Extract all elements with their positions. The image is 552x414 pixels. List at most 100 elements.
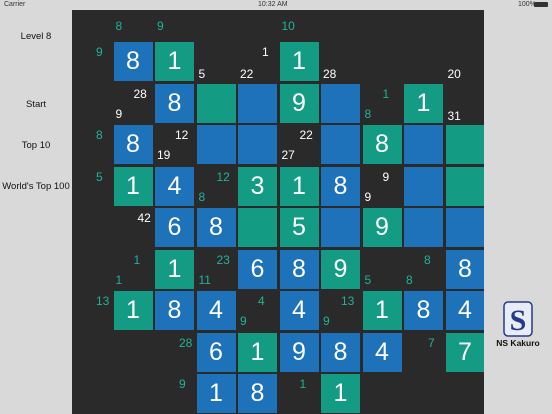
board-cell[interactable]: 8	[445, 249, 484, 289]
board-cell[interactable]	[238, 125, 277, 164]
board-cell[interactable]: 8	[113, 125, 153, 164]
level-label[interactable]: Level 8	[0, 31, 72, 42]
board-cell[interactable]: 6	[238, 249, 277, 289]
board-cell[interactable]: 1	[321, 374, 360, 413]
top10-button[interactable]: Top 10	[0, 140, 72, 151]
clue-number: 11	[198, 272, 211, 287]
board-cell[interactable]: 1	[238, 332, 277, 372]
board-cell[interactable]: 7	[445, 332, 484, 372]
board-cell[interactable]: 8	[404, 291, 443, 330]
board-cell[interactable]: 3	[238, 166, 277, 206]
clue-number: 19	[157, 148, 171, 162]
svg-text:S: S	[510, 304, 527, 337]
board-cell[interactable]: 8	[321, 166, 360, 206]
board-cell[interactable]: 1	[155, 249, 194, 289]
board-cell[interactable]: 1	[113, 166, 153, 206]
board-cell[interactable]: 4	[279, 291, 319, 330]
board-cell[interactable]: 4	[445, 291, 484, 330]
clue-number: 1	[115, 272, 123, 287]
board-cell[interactable]: 9	[279, 83, 319, 123]
clock-label: 10:32 AM	[258, 1, 288, 8]
board-cell[interactable]: 6	[155, 208, 194, 247]
clue-number: 8	[115, 19, 123, 33]
board-cell[interactable]: 8	[113, 42, 153, 81]
brand-name: NS Kakuro	[496, 338, 540, 348]
clue-number: 8	[96, 128, 103, 142]
clue-number: 42	[137, 211, 151, 225]
clue-number: 9	[323, 314, 330, 328]
board-cell[interactable]: 8	[362, 125, 402, 164]
board-cell[interactable]: 8	[321, 332, 360, 372]
clue-number: 23	[216, 252, 230, 267]
board-cell[interactable]: 9	[321, 249, 360, 289]
board-cell[interactable]	[404, 125, 443, 164]
clue-number: 5	[364, 272, 372, 287]
board-cell[interactable]: 1	[279, 42, 319, 81]
clue-number: 8	[198, 189, 206, 204]
clue-number: 13	[96, 294, 110, 308]
clue-number: 22	[240, 67, 254, 81]
clue-number: 9	[240, 314, 247, 328]
board-cell[interactable]: 4	[362, 332, 402, 372]
board-cell[interactable]: 8	[155, 83, 194, 123]
clue-number: 9	[179, 377, 186, 391]
clue-number: 8	[364, 106, 372, 121]
sidebar-menu: Level 8 Start Top 10 World's Top 100	[0, 10, 72, 414]
clue-number: 13	[341, 294, 355, 308]
clue-number: 8	[406, 272, 413, 287]
clue-number: 12	[216, 169, 230, 184]
clue-number: 9	[382, 169, 390, 184]
clue-number: 1	[382, 86, 390, 101]
ns-logo-icon: S NS Kakuro	[496, 300, 540, 360]
board-cell[interactable]	[238, 208, 277, 247]
board-cell[interactable]: 8	[155, 291, 194, 330]
board-cell[interactable]: 1	[196, 374, 236, 413]
clue-number: 8	[424, 252, 431, 267]
board-cell[interactable]: 1	[279, 166, 319, 206]
clue-number: 20	[447, 67, 461, 81]
clue-number: 28	[323, 67, 337, 81]
clue-number: 28	[179, 335, 193, 350]
board-cell[interactable]: 1	[362, 291, 402, 330]
clue-number: 1	[299, 377, 307, 391]
board-cell[interactable]: 1	[155, 42, 194, 81]
clue-number: 5	[198, 67, 206, 81]
carrier-label: Carrier	[4, 1, 26, 8]
board-cell[interactable]: 8	[279, 249, 319, 289]
board-cell[interactable]: 8	[196, 208, 236, 247]
board-cell[interactable]	[321, 208, 360, 247]
board-cell[interactable]	[238, 83, 277, 123]
clue-number: 31	[447, 108, 461, 123]
clue-number: 9	[364, 189, 372, 204]
board-cell[interactable]	[196, 125, 236, 164]
clue-number: 28	[133, 86, 147, 101]
board-cell[interactable]: 1	[404, 83, 443, 123]
clue-number: 7	[428, 335, 435, 350]
board-cell[interactable]	[445, 166, 484, 206]
board-cell[interactable]	[321, 83, 360, 123]
board-cell[interactable]: 5	[279, 208, 319, 247]
board-cell[interactable]: 9	[279, 332, 319, 372]
clue-number: 1	[133, 252, 141, 267]
board-cell[interactable]	[404, 166, 443, 206]
clue-number: 4	[258, 294, 265, 308]
clue-number: 22	[299, 128, 313, 142]
board-cell[interactable]: 4	[196, 291, 236, 330]
board-cell[interactable]	[404, 208, 443, 247]
board-cell[interactable]	[445, 125, 484, 164]
board-cell[interactable]: 9	[362, 208, 402, 247]
world-top100-button[interactable]: World's Top 100	[0, 181, 72, 192]
clue-number: 1	[262, 45, 269, 59]
board-cell[interactable]	[321, 125, 360, 164]
clue-number: 9	[157, 19, 164, 33]
board-cell[interactable]: 4	[155, 166, 194, 206]
board-cell[interactable]	[445, 208, 484, 247]
board-cell[interactable]	[196, 83, 236, 123]
board-cell[interactable]: 1	[113, 291, 153, 330]
start-button[interactable]: Start	[0, 99, 72, 110]
clue-number: 27	[281, 148, 295, 162]
board-cell[interactable]: 8	[238, 374, 277, 413]
board-cell[interactable]: 6	[196, 332, 236, 372]
battery-icon	[534, 2, 548, 7]
clue-number: 10	[281, 19, 295, 33]
